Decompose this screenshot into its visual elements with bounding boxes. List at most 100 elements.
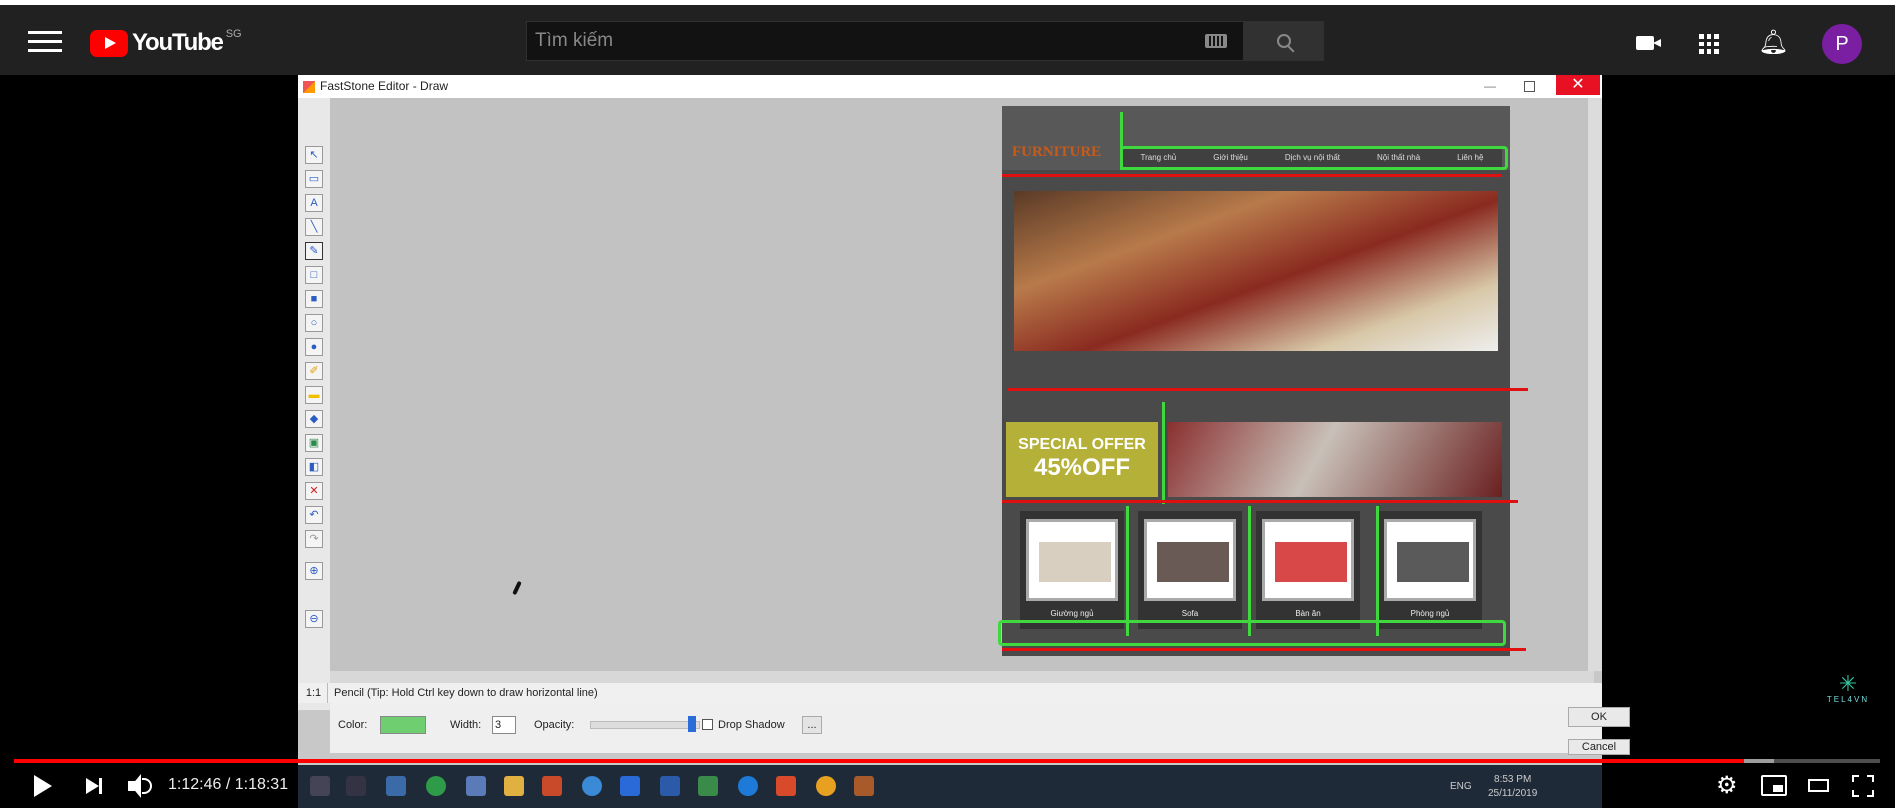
cancel-button[interactable]: Cancel [1568,739,1630,755]
green-annotation-line [1126,506,1129,636]
living-room-photo [1168,422,1502,497]
product-card: Sofa [1138,511,1242,629]
editor-window-title: FastStone Editor - Draw [320,79,449,93]
marker-fill-icon[interactable]: ▬ [305,386,323,404]
red-annotation-line [1002,174,1502,177]
fullscreen-icon[interactable] [1852,775,1874,797]
miniplayer-icon[interactable] [1761,775,1787,796]
green-annotation-line [1162,402,1165,504]
text-tool-icon[interactable]: A [305,194,323,212]
settings-gear-icon[interactable]: ⚙ [1716,774,1738,798]
volume-icon[interactable] [128,774,154,798]
hamburger-menu-icon[interactable] [28,31,62,57]
close-icon[interactable]: ✕ [1556,75,1600,95]
zoom-out-icon[interactable]: ⊖ [305,610,323,628]
search-button[interactable] [1244,21,1324,61]
horizontal-scrollbar[interactable] [330,671,1594,683]
ok-button[interactable]: OK [1568,707,1630,727]
logo-text: YouTube [132,29,224,56]
notifications-bell-icon[interactable]: 🔔︎ [1758,31,1788,55]
keyboard-icon[interactable] [1205,34,1227,48]
zoom-in-icon[interactable]: ⊕ [305,562,323,580]
apps-grid-icon[interactable] [1699,34,1719,54]
tool-properties-panel: Color: Width: 3 Opacity: Drop Shadow ... [330,703,1602,753]
editor-status-bar: 1:1 Pencil (Tip: Hold Ctrl key down to d… [298,683,1602,703]
width-stepper[interactable]: 3 [492,716,516,734]
opacity-slider-thumb[interactable] [687,716,696,732]
product-card: Giường ngủ [1020,511,1124,629]
line-tool-icon[interactable]: ╲ [305,218,323,236]
product-label: Phòng ngủ [1410,609,1450,618]
tel4vn-watermark: ✳ TEL4VN [1818,671,1878,705]
play-icon[interactable] [34,775,52,797]
product-label: Sofa [1181,609,1199,618]
delete-icon[interactable]: ✕ [305,482,323,500]
ellipse-tool-icon[interactable]: ○ [305,314,323,332]
search-input[interactable] [527,30,1205,52]
search-box [526,21,1244,61]
faststone-app-icon [303,81,315,93]
filled-ellipse-icon[interactable]: ● [305,338,323,356]
opacity-label: Opacity: [534,719,575,731]
next-icon[interactable] [86,778,102,794]
hero-bedroom-photo [1014,191,1498,351]
drop-shadow-checkbox[interactable] [702,719,713,730]
product-card: Bàn ăn [1256,511,1360,629]
pencil-tool-icon[interactable]: ✎ [305,242,323,260]
green-annotation-box [998,620,1506,646]
video-frame: FastStone Editor - Draw — ✕ ↖ ▭ A ╲ ✎ □ … [298,75,1630,808]
more-options-button[interactable]: ... [802,716,822,734]
youtube-logo[interactable]: YouTube SG [90,28,242,58]
green-annotation-line [1248,506,1251,636]
color-swatch[interactable] [380,716,426,734]
restore-icon[interactable] [1524,81,1535,92]
undo-icon[interactable]: ↶ [305,506,323,524]
editor-title-bar: FastStone Editor - Draw — ✕ [298,75,1602,98]
green-annotation-line [1120,112,1123,170]
draw-toolbar: ↖ ▭ A ╲ ✎ □ ■ ○ ● ✐ ▬ ◆ ▣ ◧ ✕ ↶ ↷ ⊕ ⊖ [298,98,330,710]
offer-discount: 45%OFF [1033,454,1131,481]
drop-shadow-label: Drop Shadow [718,719,785,731]
filled-rectangle-icon[interactable]: ■ [305,290,323,308]
youtube-masthead: YouTube SG 🔔︎ P [0,5,1895,75]
product-label: Bàn ăn [1295,609,1321,618]
redo-icon[interactable]: ↷ [305,530,323,548]
site-logo: FURNITURE [1012,144,1102,160]
tool-tip-text: Pencil (Tip: Hold Ctrl key down to draw … [334,687,598,699]
tel4vn-logo-icon: ✳ [1838,671,1858,696]
red-annotation-line [1002,500,1518,503]
offer-title: SPECIAL OFFER [1018,436,1146,453]
youtube-play-logo-icon [90,29,128,57]
red-annotation-line [1008,388,1528,391]
zoom-level[interactable]: 1:1 [300,683,328,703]
watermark-text: TEL4VN [1826,695,1870,704]
fill-bucket-icon[interactable]: ◆ [305,410,323,428]
rectangle-select-icon[interactable]: ▭ [305,170,323,188]
product-card: Phòng ngủ [1378,511,1482,629]
color-label: Color: [338,719,368,731]
red-annotation-line [1002,648,1526,651]
select-arrow-icon[interactable]: ↖ [305,146,323,164]
avatar[interactable]: P [1822,24,1862,64]
search-icon [1277,34,1291,48]
green-annotation-box [1120,146,1508,170]
website-mockup-image: FURNITURE Trang chủ Giới thiệu Dịch vụ n… [998,106,1528,656]
insert-image-icon[interactable]: ▣ [305,434,323,452]
theater-mode-icon[interactable] [1808,779,1829,792]
video-player[interactable]: FastStone Editor - Draw — ✕ ↖ ▭ A ╲ ✎ □ … [0,75,1895,808]
green-annotation-line [1376,506,1379,636]
width-label: Width: [450,719,482,731]
opacity-slider[interactable] [590,716,700,732]
watermark-icon[interactable]: ◧ [305,458,323,476]
player-controls: 1:12:46 / 1:18:31 ⚙ [0,765,1895,808]
country-code: SG [225,28,242,40]
minimize-icon[interactable]: — [1484,75,1498,98]
special-offer-banner: SPECIAL OFFER 45%OFF [1006,422,1158,497]
create-video-icon[interactable] [1636,36,1661,50]
vertical-scrollbar[interactable] [1588,98,1602,671]
highlighter-icon[interactable]: ✐ [305,362,323,380]
product-label: Giường ngủ [1050,609,1094,618]
time-display: 1:12:46 / 1:18:31 [168,776,289,793]
rectangle-tool-icon[interactable]: □ [305,266,323,284]
progress-played [14,759,1744,763]
